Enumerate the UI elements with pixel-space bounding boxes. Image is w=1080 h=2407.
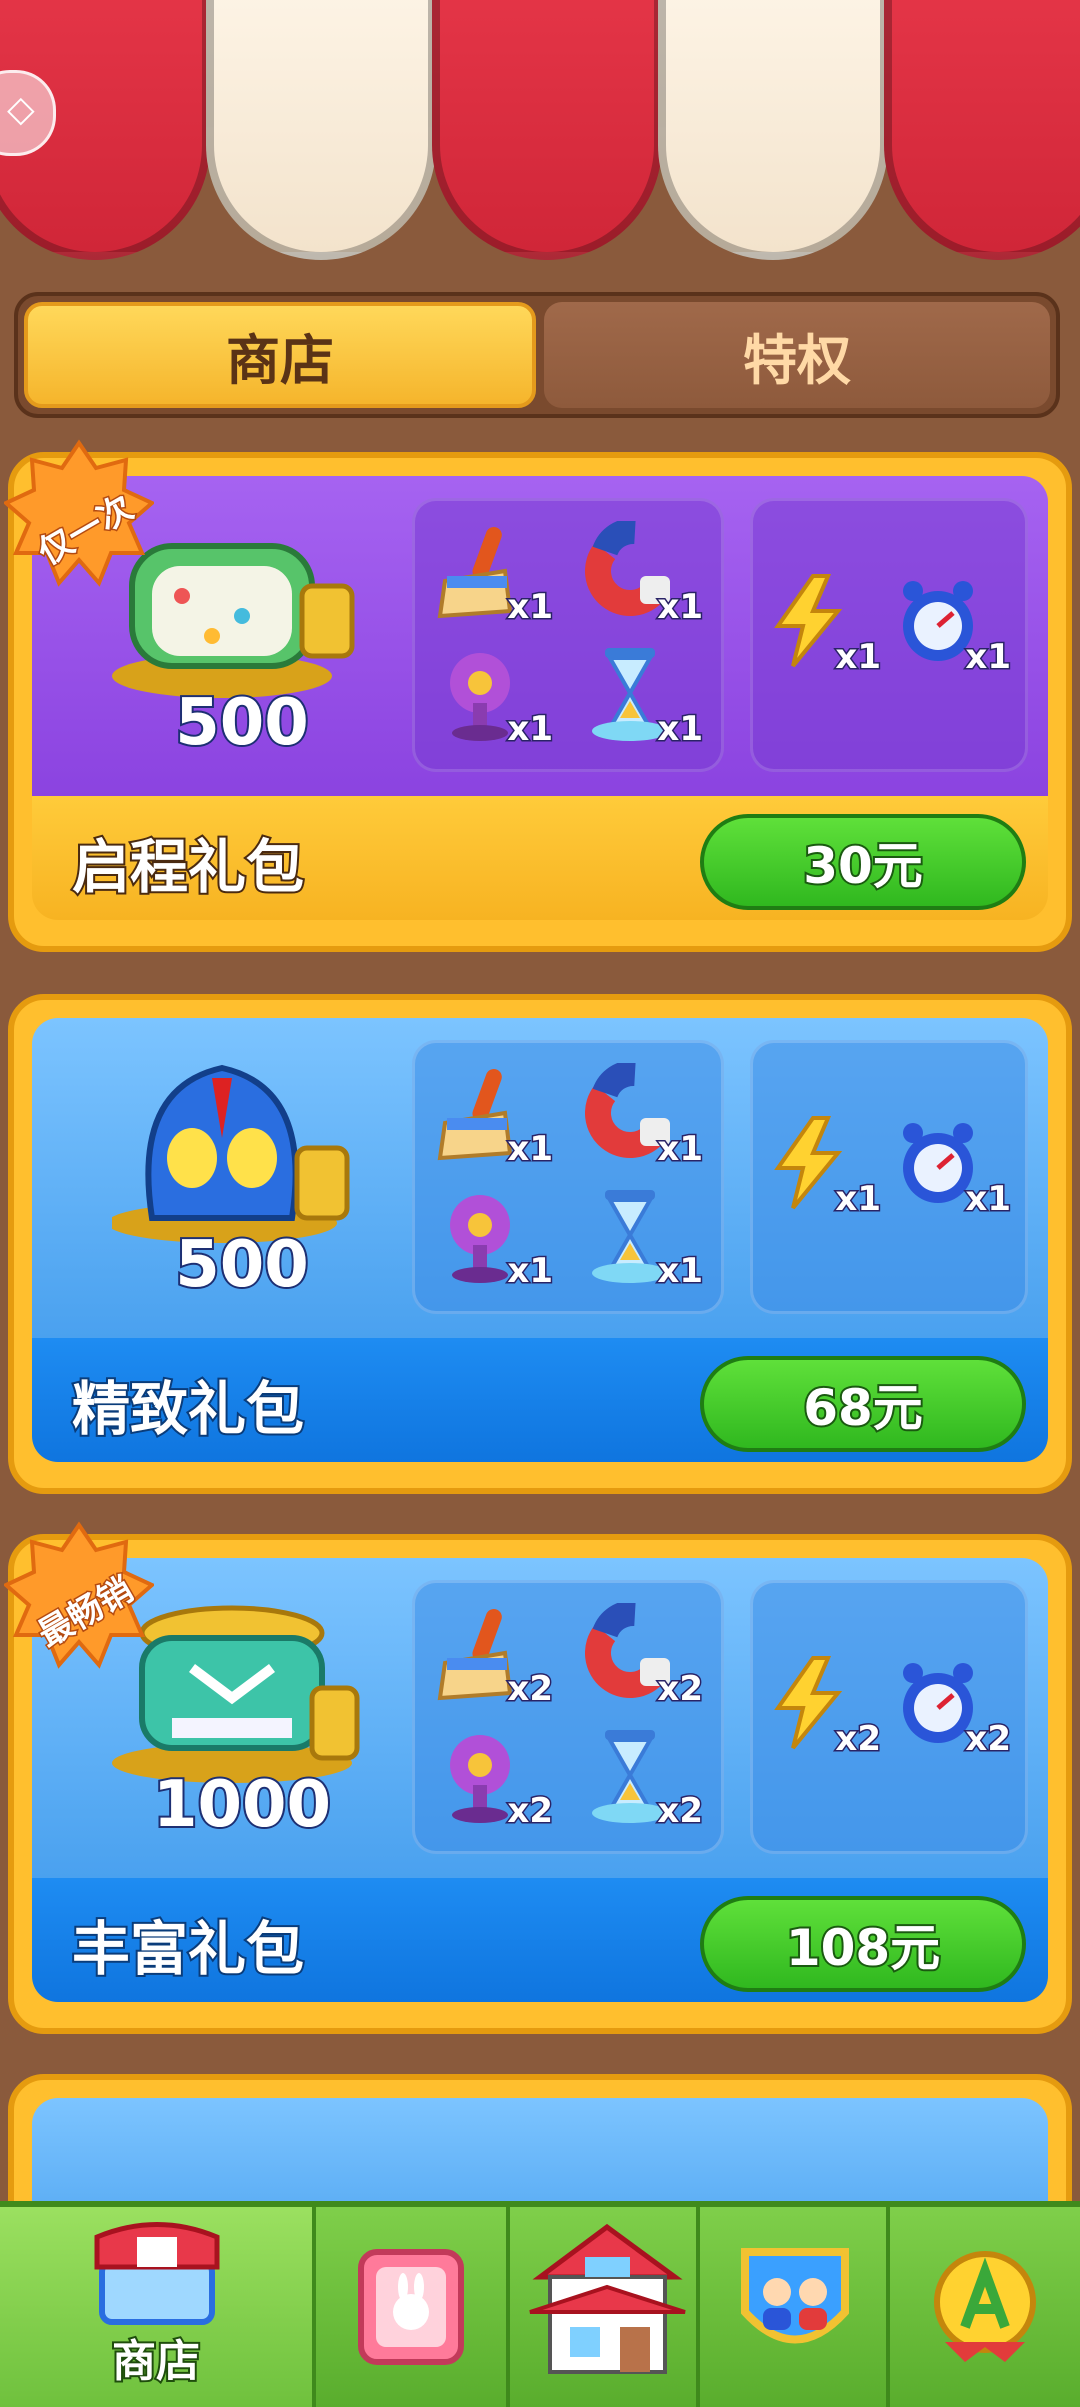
item-quantity: x2: [656, 1790, 705, 1833]
item-quantity: x2: [656, 1668, 705, 1711]
item-quantity: x2: [964, 1718, 1013, 1761]
item-panel: x1 x1 x1 x1: [412, 498, 724, 772]
boost-panel: x2 x2: [750, 1580, 1028, 1854]
nav-team[interactable]: [700, 2207, 894, 2407]
item-quantity: x1: [834, 636, 883, 679]
bundle-footer: 丰富礼包 108元: [32, 1878, 1048, 2002]
profile-icon: [934, 2251, 1036, 2362]
bundle-contents: 500 x1 x1 x1 x1 x1 x1: [32, 476, 1048, 796]
bundle-card-starter: 500 x1 x1 x1 x1 x1 x1 启程礼包 30元 仅一次: [4, 439, 1072, 952]
item-quantity: x1: [834, 1178, 883, 1221]
coin-count: 500: [173, 684, 311, 762]
bundle-contents: 500 x1 x1 x1 x1 x1 x1: [32, 1018, 1048, 1338]
lightning-item: x2: [763, 1653, 883, 1763]
buy-button[interactable]: 108元: [700, 1896, 1026, 1992]
broom-item: x1: [435, 1063, 555, 1173]
magnet-item: x1: [585, 517, 705, 631]
home-icon: [529, 2223, 686, 2374]
bundle-card-deluxe: 500 x1 x1 x1 x1 x1 x1 精致礼包 68元: [8, 994, 1072, 1494]
backpack-icon: [112, 1064, 350, 1243]
item-quantity: x2: [834, 1718, 883, 1761]
broom-item: x2: [435, 1603, 555, 1713]
album-icon: [358, 2249, 464, 2365]
buy-button[interactable]: 68元: [700, 1356, 1026, 1452]
nav-profile[interactable]: [890, 2207, 1080, 2407]
hourglass-item: x1: [585, 643, 705, 753]
tab-shop[interactable]: 商店: [24, 302, 536, 408]
alarm-clock-item: x2: [893, 1653, 1013, 1763]
awning-stripe: [658, 0, 888, 260]
bundle-title: 丰富礼包: [70, 1913, 306, 1985]
item-quantity: x1: [656, 1128, 705, 1171]
hourglass-item: x1: [585, 1185, 705, 1295]
magnet-item: x2: [585, 1599, 705, 1713]
boost-panel: x1 x1: [750, 1040, 1028, 1314]
bundle-card-rich: 1000 x2 x2 x2 x2 x2 x2 丰富礼包 108元 最畅销: [4, 1521, 1072, 2034]
awning-stripe: [432, 0, 662, 260]
item-quantity: x1: [964, 1178, 1013, 1221]
bundle-footer: 启程礼包 30元: [32, 796, 1048, 920]
back-arrow-icon: ◇: [7, 89, 35, 130]
nav-album[interactable]: [316, 2207, 510, 2407]
magnet-item: x1: [585, 1059, 705, 1173]
item-quantity: x1: [506, 708, 555, 751]
fan-item: x1: [435, 643, 555, 753]
item-panel: x2 x2 x2 x2: [412, 1580, 724, 1854]
fan-item: x2: [435, 1725, 555, 1835]
item-quantity: x1: [964, 636, 1013, 679]
lightning-item: x1: [763, 1113, 883, 1223]
lightning-item: x1: [763, 571, 883, 681]
fan-item: x1: [435, 1185, 555, 1295]
bottom-nav: 商店: [0, 2201, 1080, 2407]
bundle-title: 启程礼包: [70, 831, 306, 903]
alarm-clock-item: x1: [893, 571, 1013, 681]
awning-stripe: [884, 0, 1080, 260]
broom-item: x1: [435, 521, 555, 631]
item-quantity: x2: [506, 1790, 555, 1833]
nav-home[interactable]: [510, 2207, 704, 2407]
bundle-title: 精致礼包: [70, 1373, 306, 1445]
item-quantity: x1: [656, 586, 705, 629]
hourglass-item: x2: [585, 1725, 705, 1835]
item-quantity: x1: [656, 708, 705, 751]
bundle-footer: 精致礼包 68元: [32, 1338, 1048, 1462]
item-panel: x1 x1 x1 x1: [412, 1040, 724, 1314]
awning-stripe: [206, 0, 436, 260]
coin-count: 500: [173, 1226, 311, 1304]
buy-button[interactable]: 30元: [700, 814, 1026, 910]
shop-tab-bar: 商店 特权: [14, 292, 1060, 418]
team-icon: [741, 2248, 849, 2344]
coin-count: 1000: [151, 1766, 333, 1844]
nav-shop-label: 商店: [110, 2334, 202, 2389]
item-quantity: x1: [506, 586, 555, 629]
item-quantity: x2: [506, 1668, 555, 1711]
item-quantity: x1: [506, 1128, 555, 1171]
shop-icon: [94, 2222, 220, 2325]
bundle-contents: 1000 x2 x2 x2 x2 x2 x2: [32, 1558, 1048, 1878]
nav-shop[interactable]: 商店: [0, 2207, 312, 2407]
boost-panel: x1 x1: [750, 498, 1028, 772]
item-quantity: x1: [656, 1250, 705, 1293]
shop-awning: [0, 0, 1080, 270]
alarm-clock-item: x1: [893, 1113, 1013, 1223]
item-quantity: x1: [506, 1250, 555, 1293]
tab-privilege[interactable]: 特权: [544, 302, 1050, 408]
